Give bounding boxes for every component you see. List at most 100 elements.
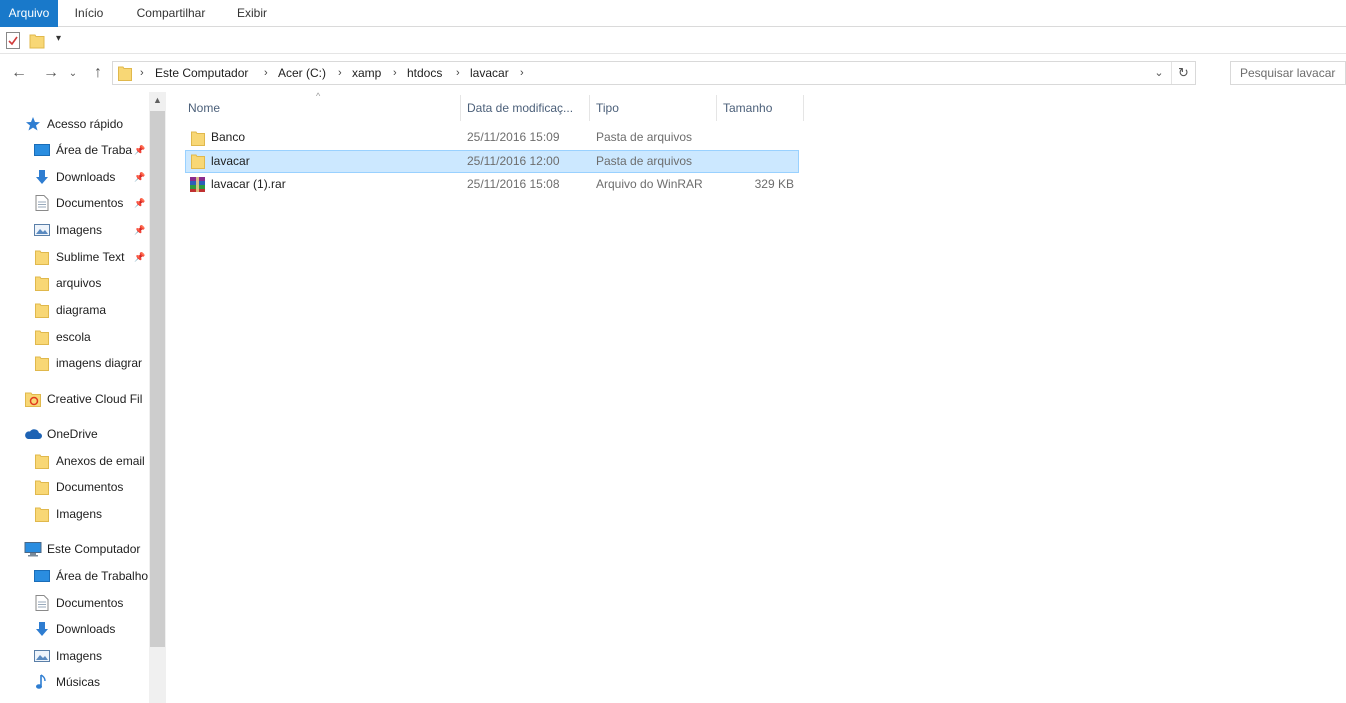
folder-icon	[191, 130, 205, 149]
document-icon	[33, 595, 51, 611]
breadcrumb-separator-icon[interactable]: ›	[338, 62, 342, 84]
sidebar-item-onedrive-documentos[interactable]: Documentos	[33, 476, 123, 498]
sidebar-item-este-computador[interactable]: Este Computador	[24, 538, 140, 560]
breadcrumb-separator-icon[interactable]: ›	[393, 62, 397, 84]
tab-exibir[interactable]: Exibir	[226, 0, 278, 27]
breadcrumb-este-computador[interactable]: Este Computador	[155, 62, 248, 84]
navigation-scrollbar[interactable]: ▲	[149, 92, 166, 703]
sidebar-item-downloads[interactable]: Downloads	[33, 166, 115, 188]
arrow-left-icon[interactable]: ←	[8, 62, 30, 84]
sidebar-item-documentos[interactable]: Documentos	[33, 192, 123, 214]
sidebar-item-label: Músicas	[56, 675, 101, 689]
file-modified: 25/11/2016 15:09	[467, 130, 560, 144]
scrollbar-thumb[interactable]	[150, 111, 165, 647]
address-history-dropdown-icon[interactable]: ⌄	[1149, 62, 1169, 84]
search-input[interactable]: Pesquisar lavacar	[1230, 61, 1346, 85]
sidebar-item-label: arquivos	[56, 276, 102, 290]
sidebar-item-area-de-trabalho[interactable]: Área de Traba	[33, 139, 134, 161]
folder-icon	[33, 479, 51, 495]
folder-icon	[33, 302, 51, 318]
document-icon	[33, 195, 51, 211]
tab-inicio[interactable]: Início	[62, 0, 116, 27]
winrar-archive-icon	[189, 176, 206, 196]
table-row[interactable]: Banco 25/11/2016 15:09 Pasta de arquivos	[185, 127, 799, 150]
sidebar-item-imagens-diagrama[interactable]: imagens diagrar	[33, 352, 142, 374]
breadcrumb-separator-icon[interactable]: ›	[520, 62, 524, 84]
computer-icon	[24, 541, 42, 557]
sidebar-item-label: Downloads	[56, 622, 116, 636]
file-name[interactable]: lavacar	[211, 151, 250, 172]
pin-icon[interactable]: 📌	[134, 252, 145, 263]
sidebar-item-onedrive[interactable]: OneDrive	[24, 423, 98, 445]
sidebar-item-diagrama[interactable]: diagrama	[33, 299, 106, 321]
refresh-icon[interactable]: ↻	[1171, 62, 1195, 84]
sidebar-item-acesso-rapido[interactable]: Acesso rápido	[24, 113, 123, 135]
file-size	[725, 151, 794, 172]
desktop-icon	[33, 568, 51, 584]
address-row: ← → ⌄ ↑ › Este Computador › Acer (C:) › …	[0, 58, 1346, 88]
sidebar-item-pc-documentos[interactable]: Documentos	[33, 592, 123, 614]
sidebar-item-label: Documentos	[56, 480, 124, 494]
sidebar-item-imagens[interactable]: Imagens	[33, 219, 102, 241]
sidebar-item-label: Imagens	[56, 223, 103, 237]
folder-icon	[33, 275, 51, 291]
file-list: ^ Nome Data de modificaç... Tipo Tamanho…	[166, 91, 1346, 703]
sidebar-item-creative-cloud-files[interactable]: Creative Cloud Fil	[24, 388, 142, 410]
sidebar-item-pc-downloads[interactable]: Downloads	[33, 618, 115, 640]
folder-icon	[33, 355, 51, 371]
pin-icon[interactable]: 📌	[134, 225, 145, 236]
file-type: Pasta de arquivos	[596, 154, 693, 168]
file-modified: 25/11/2016 15:08	[467, 177, 560, 191]
tab-compartilhar[interactable]: Compartilhar	[124, 0, 218, 27]
sidebar-item-sublime-text[interactable]: Sublime Text	[33, 246, 124, 268]
address-bar[interactable]: › Este Computador › Acer (C:) › xamp › h…	[112, 61, 1196, 85]
file-name[interactable]: lavacar (1).rar	[211, 174, 286, 195]
breadcrumb-xamp[interactable]: xamp	[352, 62, 381, 84]
breadcrumb-separator-icon[interactable]: ›	[456, 62, 460, 84]
sidebar-item-label: Sublime Text	[56, 250, 125, 264]
column-header-tamanho[interactable]: Tamanho	[717, 95, 803, 121]
pin-icon[interactable]: 📌	[134, 172, 145, 183]
sidebar-item-pc-area-de-trabalho[interactable]: Área de Trabalho	[33, 565, 148, 587]
file-type: Pasta de arquivos	[596, 130, 693, 144]
folder-icon	[118, 65, 132, 84]
column-header-tipo[interactable]: Tipo	[590, 95, 716, 121]
column-divider[interactable]	[803, 95, 804, 121]
pin-icon[interactable]: 📌	[134, 145, 145, 156]
table-row[interactable]: lavacar (1).rar 25/11/2016 15:08 Arquivo…	[185, 174, 799, 197]
sidebar-item-arquivos[interactable]: arquivos	[33, 272, 101, 294]
sidebar-item-pc-imagens[interactable]: Imagens	[33, 645, 102, 667]
quick-access-toolbar: ▾	[0, 27, 1346, 54]
desktop-icon	[33, 142, 51, 158]
breadcrumb-separator-icon[interactable]: ›	[140, 62, 144, 84]
scroll-up-arrow-icon[interactable]: ▲	[149, 92, 166, 109]
file-type: Arquivo do WinRAR	[596, 177, 703, 191]
breadcrumb-htdocs[interactable]: htdocs	[407, 62, 442, 84]
file-name[interactable]: Banco	[211, 127, 245, 148]
arrow-up-icon[interactable]: ↑	[87, 62, 109, 84]
sidebar-item-label: Área de Trabalho	[56, 569, 149, 583]
ribbon-tab-bar: Arquivo Início Compartilhar Exibir	[0, 0, 1346, 27]
chevron-down-icon[interactable]: ⌄	[66, 62, 80, 84]
customize-dropdown-icon[interactable]: ▾	[56, 33, 61, 44]
column-header-nome[interactable]: Nome	[182, 95, 460, 121]
folder-icon	[33, 453, 51, 469]
pictures-icon	[33, 648, 51, 664]
properties-icon[interactable]	[6, 32, 20, 52]
sidebar-item-pc-musicas[interactable]: Músicas	[33, 671, 100, 693]
breadcrumb-separator-icon[interactable]: ›	[264, 62, 268, 84]
arrow-right-icon[interactable]: →	[40, 62, 62, 84]
new-folder-icon[interactable]	[29, 32, 45, 52]
sidebar-item-escola[interactable]: escola	[33, 326, 91, 348]
pin-icon[interactable]: 📌	[134, 198, 145, 209]
music-icon	[33, 674, 51, 690]
sidebar-item-anexos-de-email[interactable]: Anexos de email	[33, 450, 145, 472]
folder-icon	[191, 153, 205, 172]
sidebar-item-onedrive-imagens[interactable]: Imagens	[33, 503, 102, 525]
breadcrumb-acer-c[interactable]: Acer (C:)	[278, 62, 326, 84]
table-row[interactable]: lavacar 25/11/2016 12:00 Pasta de arquiv…	[185, 150, 799, 173]
sidebar-item-label: Área de Traba	[56, 143, 133, 157]
tab-arquivo[interactable]: Arquivo	[0, 0, 58, 27]
column-header-data-de-modificacao[interactable]: Data de modificaç...	[461, 95, 589, 121]
breadcrumb-lavacar[interactable]: lavacar	[470, 62, 509, 84]
